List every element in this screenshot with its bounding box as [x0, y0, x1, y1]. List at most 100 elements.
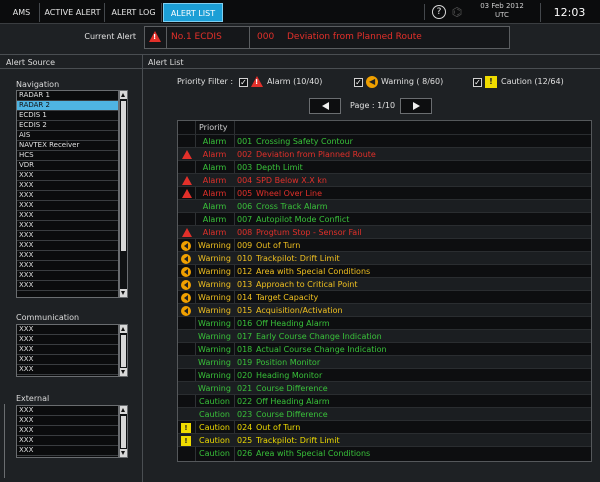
communication-scrollbar[interactable]: [119, 324, 128, 377]
tab-active-alert[interactable]: ACTIVE ALERT: [41, 3, 105, 22]
list-item[interactable]: RADAR 2: [17, 101, 118, 111]
table-row[interactable]: ! Caution 024 Out of Turn: [178, 420, 591, 433]
table-row[interactable]: Warning 018 Actual Course Change Indicatio…: [178, 342, 591, 355]
table-row[interactable]: Warning 009 Out of Turn: [178, 238, 591, 251]
communication-label: Communication: [16, 313, 80, 322]
list-item[interactable]: XXX: [17, 355, 118, 365]
table-row[interactable]: Warning 015 Acquisition/Activation: [178, 303, 591, 316]
list-item[interactable]: XXX: [17, 191, 118, 201]
list-item[interactable]: XXX: [17, 201, 118, 211]
caution-filter-checkbox[interactable]: ✓: [473, 78, 482, 87]
list-item[interactable]: NAVTEX Receiver: [17, 141, 118, 151]
table-row[interactable]: ! Caution 025 Trackpilot: Drift Limit: [178, 433, 591, 446]
table-row[interactable]: Caution 026 Area with Special Conditions: [178, 446, 591, 459]
brightness-icon[interactable]: ⌬: [450, 5, 464, 20]
divider: [0, 54, 600, 55]
table-row[interactable]: Alarm 001 Crossing Safety Contour: [178, 134, 591, 147]
scroll-down-icon[interactable]: [120, 289, 127, 297]
list-item[interactable]: XXX: [17, 406, 118, 416]
alarm-filter-label[interactable]: Alarm (10/40): [267, 77, 322, 86]
scroll-down-icon[interactable]: [120, 449, 127, 457]
list-item[interactable]: XXX: [17, 281, 118, 291]
alert-list-title: Alert List: [148, 58, 184, 67]
navigation-items: RADAR 1 RADAR 2 ECDIS 1 ECDIS 2 AIS NAVTEX Re…: [17, 91, 118, 291]
list-item[interactable]: XXX: [17, 345, 118, 355]
table-row[interactable]: Warning 013 Approach to Critical Point: [178, 277, 591, 290]
table-row[interactable]: Warning 014 Target Capacity: [178, 290, 591, 303]
navigation-list[interactable]: RADAR 1 RADAR 2 ECDIS 1 ECDIS 2 AIS NAVTEX Re…: [16, 90, 119, 298]
list-item[interactable]: XXX: [17, 365, 118, 375]
navigation-scrollbar[interactable]: [119, 90, 128, 298]
list-item[interactable]: XXX: [17, 231, 118, 241]
list-item[interactable]: AIS: [17, 131, 118, 141]
list-item[interactable]: RADAR 1: [17, 91, 118, 101]
table-row[interactable]: Alarm 005 Wheel Over Line: [178, 186, 591, 199]
table-row[interactable]: Warning 010 Trackpilot: Drift Limit: [178, 251, 591, 264]
table-row[interactable]: Warning 021 Course Difference: [178, 381, 591, 394]
scroll-up-icon[interactable]: [120, 325, 127, 333]
scroll-thumb[interactable]: [121, 416, 126, 448]
list-item[interactable]: XXX: [17, 211, 118, 221]
list-item[interactable]: XXX: [17, 416, 118, 426]
list-item[interactable]: XXX: [17, 325, 118, 335]
list-item[interactable]: VDR: [17, 161, 118, 171]
table-row[interactable]: Alarm 003 Depth Limit: [178, 160, 591, 173]
warning-circle-icon: [181, 267, 191, 277]
list-item[interactable]: XXX: [17, 436, 118, 446]
table-row[interactable]: Caution 022 Off Heading Alarm: [178, 394, 591, 407]
external-list[interactable]: XXX XXX XXX XXX XXX: [16, 405, 119, 458]
table-row[interactable]: Warning 019 Position Monitor: [178, 355, 591, 368]
table-row[interactable]: Alarm 004 SPD Below X.X kn: [178, 173, 591, 186]
row-icon-cell: [180, 305, 194, 316]
scroll-down-icon[interactable]: [120, 368, 127, 376]
table-row[interactable]: Warning 020 Heading Monitor: [178, 368, 591, 381]
list-item[interactable]: XXX: [17, 271, 118, 281]
list-item[interactable]: XXX: [17, 335, 118, 345]
list-item[interactable]: XXX: [17, 171, 118, 181]
previous-page-button[interactable]: [309, 98, 341, 114]
scroll-up-icon[interactable]: [120, 91, 127, 99]
communication-items: XXX XXX XXX XXX XXX: [17, 325, 118, 375]
table-row[interactable]: Alarm 002 Deviation from Planned Route: [178, 147, 591, 160]
scroll-up-icon[interactable]: [120, 406, 127, 414]
table-row[interactable]: Warning 012 Area with Special Conditions: [178, 264, 591, 277]
tab-alert-log[interactable]: ALERT LOG: [106, 3, 162, 22]
table-row[interactable]: Caution 023 Course Difference: [178, 407, 591, 420]
top-bar: AMS ACTIVE ALERT ALERT LOG ALERT LIST ? …: [0, 0, 600, 24]
list-item[interactable]: ECDIS 1: [17, 111, 118, 121]
scroll-thumb[interactable]: [121, 101, 126, 251]
divider: [424, 4, 425, 20]
table-row[interactable]: Warning 016 Off Heading Alarm: [178, 316, 591, 329]
warning-filter-label[interactable]: Warning ( 8/60): [381, 77, 443, 86]
list-item[interactable]: XXX: [17, 221, 118, 231]
list-item[interactable]: XXX: [17, 241, 118, 251]
table-row[interactable]: Warning 017 Early Course Change Indication: [178, 329, 591, 342]
list-item[interactable]: ECDIS 2: [17, 121, 118, 131]
list-item[interactable]: XXX: [17, 181, 118, 191]
next-page-button[interactable]: [400, 98, 432, 114]
table-row[interactable]: Alarm 006 Cross Track Alarm: [178, 199, 591, 212]
list-item[interactable]: XXX: [17, 446, 118, 456]
current-alert-box[interactable]: ! No.1 ECDIS 000 Deviation from Planned …: [144, 26, 510, 49]
row-icon-cell: [180, 253, 194, 264]
table-row[interactable]: Alarm 008 Progtum Stop - Sensor Fail: [178, 225, 591, 238]
caution-filter-label[interactable]: Caution (12/64): [501, 77, 564, 86]
list-item[interactable]: XXX: [17, 426, 118, 436]
warning-filter-checkbox[interactable]: ✓: [354, 78, 363, 87]
communication-list[interactable]: XXX XXX XXX XXX XXX: [16, 324, 119, 377]
warning-circle-icon: [181, 280, 191, 290]
row-icon-cell: [180, 136, 194, 147]
tab-alert-list[interactable]: ALERT LIST: [163, 3, 223, 22]
external-scrollbar[interactable]: [119, 405, 128, 458]
list-item[interactable]: XXX: [17, 251, 118, 261]
priority-filter-label: Priority Filter :: [177, 77, 234, 86]
alarm-filter-checkbox[interactable]: ✓: [239, 78, 248, 87]
help-icon[interactable]: ?: [432, 5, 446, 19]
list-item[interactable]: XXX: [17, 261, 118, 271]
scroll-thumb[interactable]: [121, 335, 126, 367]
tab-ams[interactable]: AMS: [4, 3, 40, 22]
list-item[interactable]: HCS: [17, 151, 118, 161]
row-icon-cell: [180, 162, 194, 173]
table-row[interactable]: Alarm 007 Autopilot Mode Conflict: [178, 212, 591, 225]
row-icon-cell: !: [180, 435, 194, 446]
